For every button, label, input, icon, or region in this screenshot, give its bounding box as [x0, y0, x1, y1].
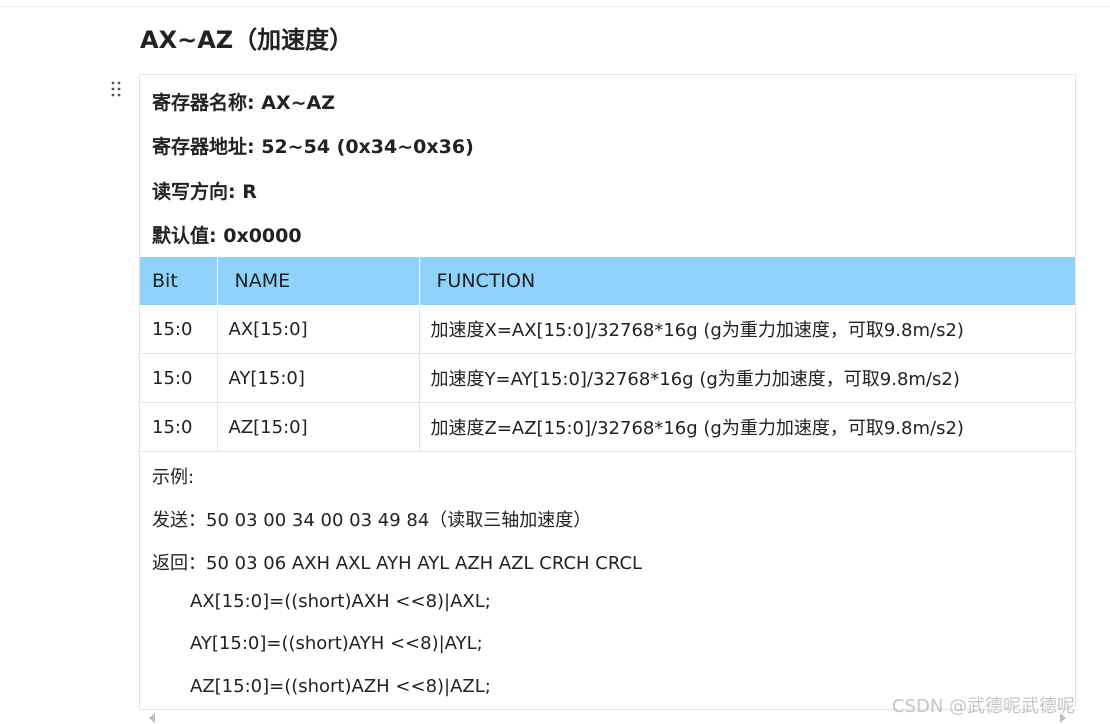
formula-az: AZ[15:0]=((short)AZH <<8)|AZL;	[190, 676, 491, 697]
example-reply-line: 返回：50 03 06 AXH AXL AYH AYL AZH AZL CRCH…	[152, 553, 643, 574]
table-header-row: Bit NAME FUNCTION	[140, 257, 1075, 305]
top-divider	[0, 6, 1110, 7]
register-address-value: 52~54 (0x34~0x36)	[261, 136, 474, 158]
column-header-name: NAME	[217, 257, 420, 305]
default-value-value: 0x0000	[223, 225, 302, 247]
cell-function: 加速度X=AX[15:0]/32768*16g (g为重力加速度，可取9.8m/…	[419, 305, 1075, 354]
horizontal-scrollbar[interactable]	[139, 710, 1076, 724]
default-value-label: 默认值:	[152, 225, 217, 247]
register-address-line: 寄存器地址: 52~54 (0x34~0x36)	[152, 132, 474, 159]
table-row: 15:0 AZ[15:0] 加速度Z=AZ[15:0]/32768*16g (g…	[140, 402, 1075, 452]
example-title: 示例:	[152, 467, 195, 488]
cell-name: AY[15:0]	[217, 353, 420, 403]
drag-handle-icon[interactable]	[108, 80, 126, 98]
cell-bit: 15:0	[140, 305, 218, 354]
example-send-line: 发送：50 03 00 34 00 03 49 84（读取三轴加速度）	[152, 510, 592, 531]
default-value-line: 默认值: 0x0000	[152, 221, 302, 248]
register-card: 寄存器名称: AX~AZ 寄存器地址: 52~54 (0x34~0x36) 读写…	[139, 74, 1076, 710]
section-heading: AX~AZ（加速度）	[140, 26, 354, 54]
cell-bit: 15:0	[140, 402, 218, 452]
cell-function: 加速度Y=AY[15:0]/32768*16g (g为重力加速度，可取9.8m/…	[419, 353, 1075, 403]
cell-bit: 15:0	[140, 353, 218, 403]
formula-ay: AY[15:0]=((short)AYH <<8)|AYL;	[190, 633, 483, 654]
formula-ax: AX[15:0]=((short)AXH <<8)|AXL;	[190, 591, 491, 612]
register-address-label: 寄存器地址:	[152, 136, 255, 158]
chevron-left-icon[interactable]	[149, 713, 155, 723]
access-direction-value: R	[242, 181, 257, 203]
table-row: 15:0 AX[15:0] 加速度X=AX[15:0]/32768*16g (g…	[140, 305, 1075, 354]
register-name-label: 寄存器名称:	[152, 92, 255, 114]
register-name-line: 寄存器名称: AX~AZ	[152, 88, 335, 115]
cell-name: AZ[15:0]	[217, 402, 420, 452]
cell-name: AX[15:0]	[217, 305, 420, 354]
register-name-value: AX~AZ	[261, 92, 335, 114]
chevron-right-icon[interactable]	[1060, 713, 1066, 723]
column-header-bit: Bit	[140, 257, 218, 305]
register-table: Bit NAME FUNCTION 15:0 AX[15:0] 加速度X=AX[…	[140, 257, 1075, 452]
table-row: 15:0 AY[15:0] 加速度Y=AY[15:0]/32768*16g (g…	[140, 353, 1075, 403]
access-direction-label: 读写方向:	[152, 181, 236, 203]
cell-function: 加速度Z=AZ[15:0]/32768*16g (g为重力加速度，可取9.8m/…	[419, 402, 1075, 452]
access-direction-line: 读写方向: R	[152, 177, 257, 204]
column-header-function: FUNCTION	[419, 257, 1075, 305]
